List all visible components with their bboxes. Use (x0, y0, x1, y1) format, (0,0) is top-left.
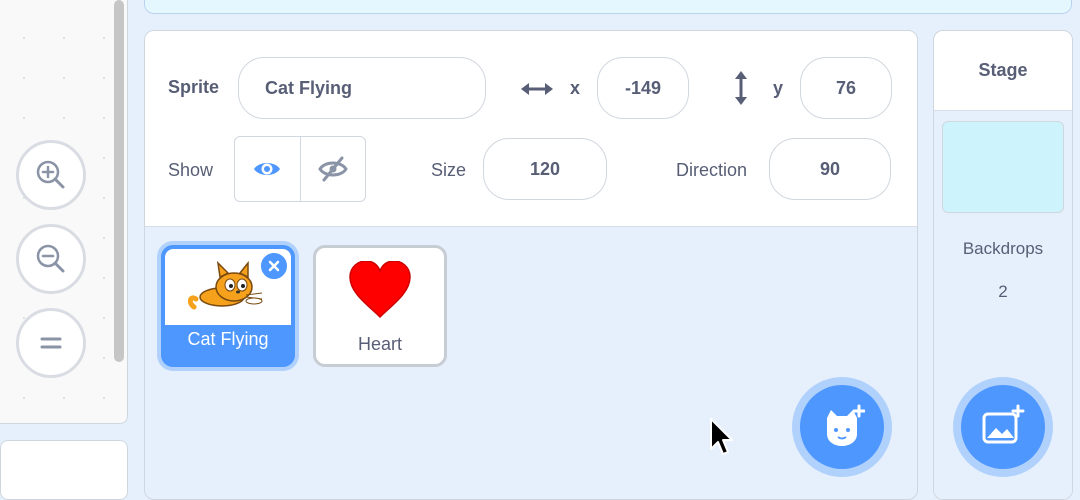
size-label: Size (431, 160, 467, 180)
code-scrollbar[interactable] (114, 0, 124, 362)
sprite-thumbnail (316, 248, 444, 332)
zoom-out-icon (36, 244, 65, 273)
stage-selector-panel[interactable]: Stage Backdrops 2 (933, 30, 1073, 500)
zoom-reset-button[interactable] (16, 308, 86, 378)
size-value: 120 (529, 158, 561, 179)
sprite-name-input[interactable]: Cat Flying (238, 57, 486, 119)
sprite-label: Sprite (168, 77, 220, 97)
y-value: 76 (835, 77, 857, 98)
add-backdrop-image-icon (982, 404, 1025, 444)
eye-icon (254, 163, 281, 175)
cat-sprite-image (188, 261, 263, 310)
direction-value: 90 (819, 158, 841, 179)
backdrops-count: 2 (998, 282, 1008, 301)
zoom-in-icon (36, 160, 65, 189)
stage-title: Stage (978, 60, 1028, 80)
backdrops-label: Backdrops (962, 239, 1044, 258)
stage-backdrop-thumbnail[interactable] (942, 121, 1064, 213)
horizontal-arrows-icon (521, 83, 553, 95)
choose-backdrop-button[interactable] (953, 377, 1053, 477)
sprite-tile-heart[interactable]: Heart (313, 245, 447, 367)
sprite-tile-label: Cat Flying (187, 329, 269, 349)
zoom-out-button[interactable] (16, 224, 86, 294)
sprite-pane: Sprite Cat Flying x -149 y 76 Show Size … (144, 30, 918, 500)
direction-label: Direction (676, 160, 748, 180)
x-label: x (570, 78, 581, 98)
show-visible-button[interactable] (235, 137, 301, 201)
show-hidden-button[interactable] (301, 137, 366, 201)
sprite-name-value: Cat Flying (265, 77, 353, 98)
show-toggle-group (234, 136, 366, 202)
choose-sprite-button[interactable] (792, 377, 892, 477)
eye-hidden-icon (317, 156, 348, 182)
mouse-cursor-icon (710, 418, 733, 455)
sprite-tile-cat-flying[interactable]: Cat Flying (161, 245, 295, 367)
x-value: -149 (624, 77, 662, 98)
sprite-tile-label: Heart (357, 334, 402, 354)
vertical-arrows-icon (735, 71, 747, 105)
y-label: y (773, 78, 784, 98)
zoom-in-button[interactable] (16, 140, 86, 210)
close-icon (268, 260, 280, 272)
heart-sprite-image (349, 261, 411, 319)
x-input[interactable]: -149 (597, 57, 689, 119)
add-sprite-cat-icon (827, 404, 865, 446)
delete-sprite-button[interactable] (259, 251, 289, 281)
size-input[interactable]: 120 (483, 138, 607, 200)
direction-input[interactable]: 90 (769, 138, 891, 200)
zoom-reset-icon (40, 337, 62, 349)
show-label: Show (168, 160, 214, 180)
sprite-info-panel: Sprite Cat Flying x -149 y 76 Show Size … (145, 31, 917, 227)
stage-header: Stage (934, 31, 1072, 111)
bottom-left-panel (0, 440, 128, 500)
y-input[interactable]: 76 (800, 57, 892, 119)
stage-strip (144, 0, 1072, 14)
